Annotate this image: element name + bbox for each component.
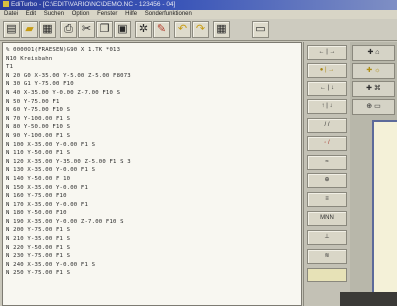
- code-line: N 90 Y-100.00 F1 S: [6, 132, 71, 139]
- code-line: N10 Kreisbahn: [6, 55, 53, 62]
- open-folder-icon[interactable]: ▰: [21, 21, 38, 38]
- code-line: N 240 X-35.00 Y-0.00 F1 S: [6, 261, 96, 268]
- perp-icon[interactable]: ⊥: [307, 230, 347, 245]
- code-line: N 100 X-35.00 Y-0.00 F1 S: [6, 141, 96, 148]
- save-icon[interactable]: ▦: [39, 21, 56, 38]
- graphics-subwindow[interactable]: [372, 120, 397, 306]
- code-line: N 70 Y-100.00 F1 S: [6, 115, 71, 122]
- arc-icon[interactable]: ◦ /: [307, 136, 347, 151]
- tool-icon[interactable]: ✚ ⌘: [352, 81, 395, 97]
- menu-edit[interactable]: Edit: [26, 11, 36, 17]
- arrow-down-icon[interactable]: ← | ↓: [307, 81, 347, 96]
- print-icon[interactable]: ⎙: [60, 21, 77, 38]
- code-line: N 210 Y-35.00 F1 S: [6, 236, 71, 243]
- code-line: N 110 Y-50.00 F1 S: [6, 150, 71, 157]
- menu-help[interactable]: Hilfe: [125, 11, 137, 17]
- code-line: N 50 Y-75.00 F1: [6, 98, 60, 105]
- code-line: N 250 Y-75.00 F1 S: [6, 270, 71, 277]
- code-line: N 150 X-35.00 Y-0.00 F1: [6, 184, 89, 191]
- app-icon: [3, 1, 9, 7]
- menu-file[interactable]: Datei: [4, 11, 18, 17]
- nc-code-editor[interactable]: % 0000O1(FRAESEN)G90 X 1.TK *013 N10 Kre…: [2, 42, 302, 306]
- pattern-icon[interactable]: ≋: [307, 249, 347, 264]
- circle-plus-icon[interactable]: ⊕: [307, 173, 347, 188]
- new-file-icon[interactable]: ▤: [3, 21, 20, 38]
- updown-icon[interactable]: ↑ | ↓: [307, 99, 347, 114]
- code-line: N 80 Y-50.00 F10 S: [6, 124, 71, 131]
- code-line: N 190 X-35.00 Y-0.00 Z-7.00 F10 S: [6, 218, 124, 225]
- code-line: N 200 Y-75.00 F1 S: [6, 227, 71, 234]
- sun-icon[interactable]: ✚ ☼: [352, 63, 395, 79]
- mnn-icon[interactable]: MNN: [307, 211, 347, 226]
- code-line: N 30 G1 Y-75.00 F10: [6, 81, 74, 88]
- code-line: N 230 Y-75.00 F1 S: [6, 253, 71, 260]
- menu-window[interactable]: Fenster: [97, 11, 117, 17]
- star-icon[interactable]: ✲: [135, 21, 152, 38]
- pencil-icon[interactable]: ✎: [153, 21, 170, 38]
- list-icon[interactable]: ≡: [307, 192, 347, 207]
- code-line: N 20 G0 X-35.00 Y-5.00 Z-5.00 F8073: [6, 72, 131, 79]
- line-icon[interactable]: / /: [307, 118, 347, 133]
- code-line: % 0000O1(FRAESEN)G90 X 1.TK *013: [6, 47, 121, 53]
- toolbar: ▤ ▰ ▦ ⎙ ✂ ❐ ▣ ✲ ✎ ↶ ↷ ▦ ▭: [0, 19, 397, 41]
- window-title: EdiTurbo - [C:\EDIT\VARIO\NC\DEMO.NC - 1…: [11, 1, 176, 8]
- menu-search[interactable]: Suchen: [44, 11, 64, 17]
- background-desk: [340, 292, 397, 306]
- code-line: N 130 X-35.00 Y-0.00 F1 S: [6, 167, 96, 174]
- redo-icon[interactable]: ↷: [192, 21, 209, 38]
- code-lines: % 0000O1(FRAESEN)G90 X 1.TK *013 N10 Kre…: [3, 43, 301, 278]
- arrows-icon[interactable]: ← | →: [307, 45, 347, 60]
- frame-icon[interactable]: ⊕ ▭: [352, 99, 395, 115]
- copy-icon[interactable]: ❐: [96, 21, 113, 38]
- cross-icon[interactable]: ✚ ⌂: [352, 45, 395, 61]
- code-line: N 160 Y-75.00 F10: [6, 193, 67, 200]
- code-line: N 220 Y-50.00 F1 S: [6, 244, 71, 251]
- code-line: N 170 X-35.00 Y-0.00 F1: [6, 201, 89, 208]
- function-panel: ← | → ● | → ← | ↓ ↑ | ↓ / / ◦ / ≈ ⊕ ≡ MN…: [303, 42, 350, 306]
- help-icon[interactable]: ▭: [252, 21, 269, 38]
- code-line: T1: [6, 64, 14, 71]
- code-line: N 120 X-35.00 Y-35.00 Z-5.00 F1 S 3: [6, 158, 131, 165]
- code-line: N 40 X-35.00 Y-0.00 Z-7.00 F10 S: [6, 89, 121, 96]
- title-bar: EdiTurbo - [C:\EDIT\VARIO\NC\DEMO.NC - 1…: [0, 0, 397, 10]
- paste-icon[interactable]: ▣: [114, 21, 131, 38]
- menu-special[interactable]: Sonderfunktionen: [145, 11, 192, 17]
- undo-icon[interactable]: ↶: [174, 21, 191, 38]
- app-window: EdiTurbo - [C:\EDIT\VARIO\NC\DEMO.NC - 1…: [0, 0, 397, 306]
- code-line: N 180 Y-50.00 F10: [6, 210, 67, 217]
- panel-status-box: [307, 268, 347, 282]
- cut-icon[interactable]: ✂: [78, 21, 95, 38]
- wave-icon[interactable]: ≈: [307, 155, 347, 170]
- menu-bar: Datei Edit Suchen Option Fenster Hilfe S…: [0, 10, 397, 19]
- code-line: N 140 Y-50.00 F 10: [6, 175, 71, 182]
- menu-option[interactable]: Option: [72, 11, 90, 17]
- calculator-icon[interactable]: ▦: [213, 21, 230, 38]
- yellow-marker-icon[interactable]: ● | →: [307, 63, 347, 78]
- code-line: N 60 Y-75.00 F10 S: [6, 107, 71, 114]
